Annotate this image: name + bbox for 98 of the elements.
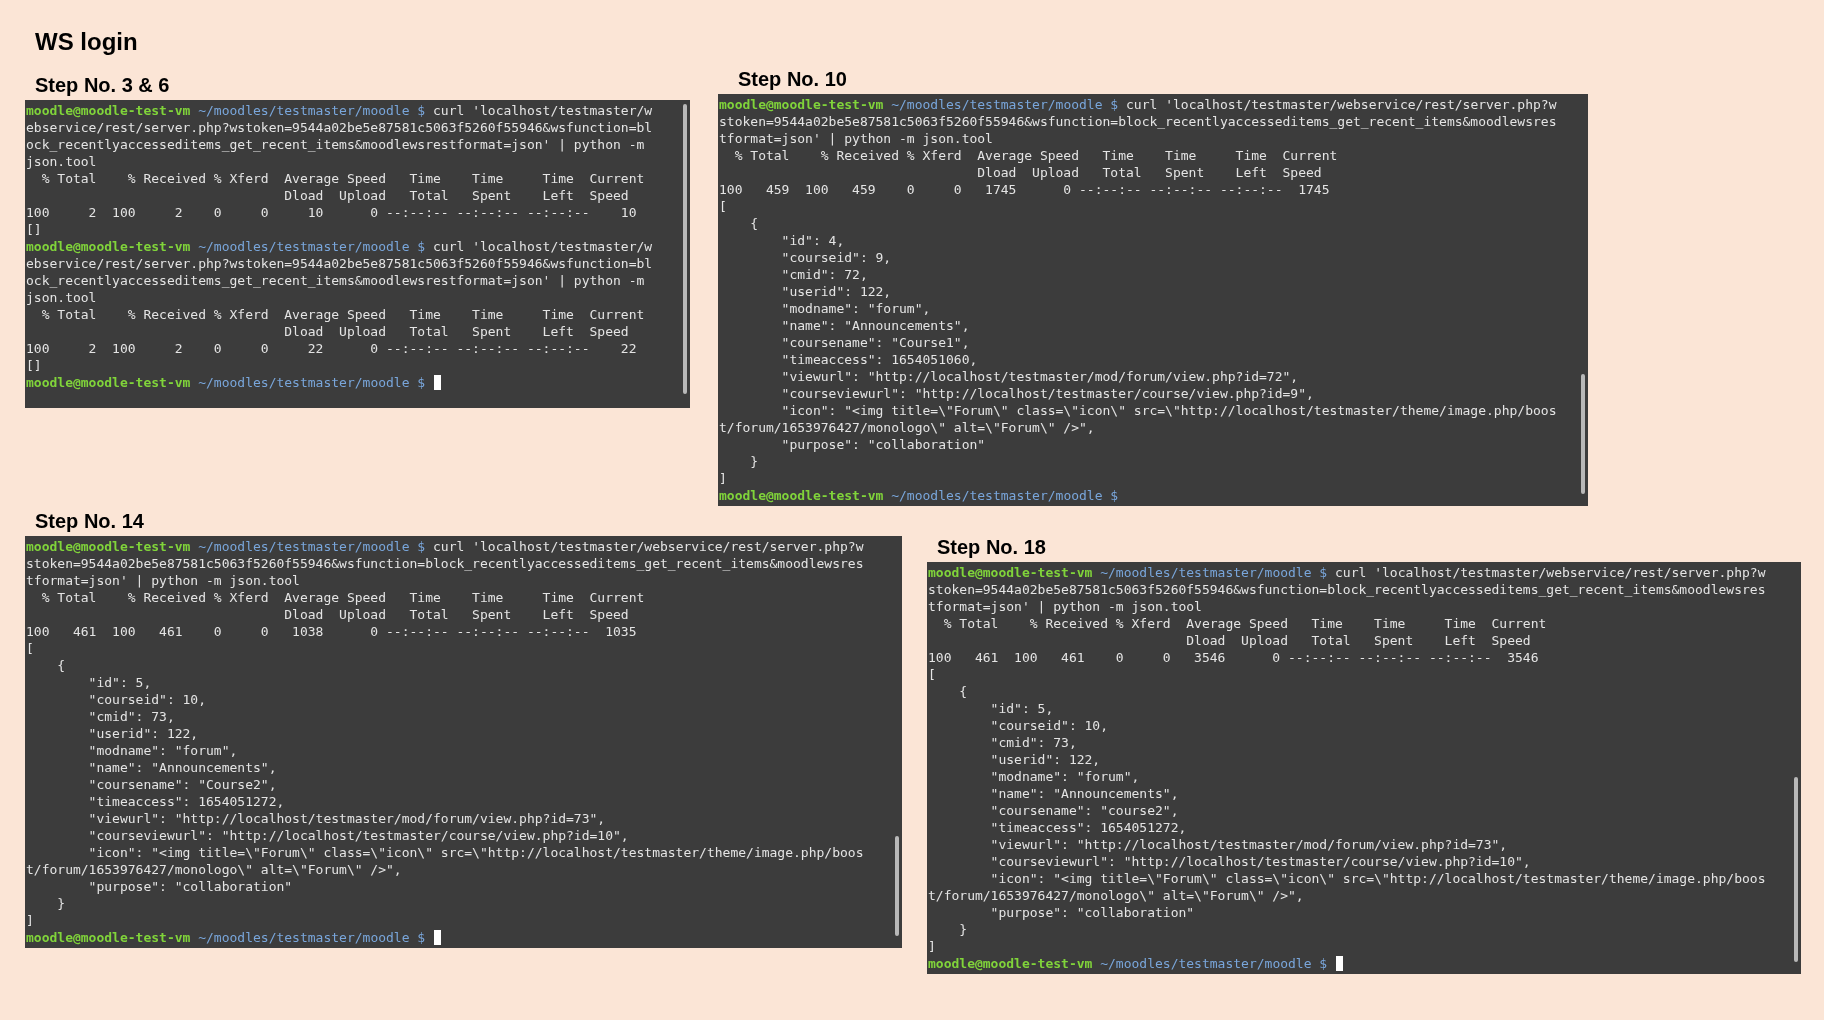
output-line: Dload Upload Total Spent Left Speed [283, 187, 629, 204]
output-line: "name": "Announcements", [989, 785, 1179, 802]
output-line: 100 461 100 461 0 0 1038 0 --:--:-- --:--:-- --:--:-- 1035 [26, 623, 637, 640]
output-line: [ [719, 198, 727, 215]
output-line: stoken=9544a02be5e87581c5063f5260f55946&wsfunction=block_recentlyaccesseditems_get_recent_items&moodlewsres [719, 113, 1557, 130]
output-line: json.tool [26, 289, 97, 306]
output-line: } [749, 453, 759, 470]
output-line: "cmid": 73, [989, 734, 1077, 751]
output-line: json.tool [26, 153, 97, 170]
output-line: { [749, 215, 759, 232]
output-line: Dload Upload Total Spent Left Speed [976, 164, 1322, 181]
scrollbar-thumb[interactable] [895, 836, 899, 936]
output-line: "userid": 122, [989, 751, 1101, 768]
output-line: 100 2 100 2 0 0 22 0 --:--:-- --:--:-- --:--:-- 22 [26, 340, 637, 357]
output-line: "timeaccess": 1654051272, [87, 793, 285, 810]
step-heading: Step No. 10 [737, 67, 847, 92]
output-line: "modname": "forum", [780, 300, 931, 317]
output-line: "cmid": 73, [87, 708, 175, 725]
step-heading: Step No. 18 [936, 535, 1046, 560]
output-line: "timeaccess": 1654051060, [780, 351, 978, 368]
prompt-line: moodle@moodle-test-vm ~/moodles/testmaster/moodle $ curl 'localhost/testmaster/w [26, 102, 653, 119]
output-line: tformat=json' | python -m json.tool [26, 572, 300, 589]
output-line: [] [26, 357, 42, 374]
output-line: { [56, 657, 66, 674]
output-line: "cmid": 72, [780, 266, 868, 283]
output-line: "icon": "<img title=\"Forum\" class=\"icon\" src=\"http://localhost/testmaster/theme/image.php/boos [989, 870, 1766, 887]
output-line: "icon": "<img title=\"Forum\" class=\"icon\" src=\"http://localhost/testmaster/theme/image.php/boos [87, 844, 864, 861]
output-line: ] [719, 470, 727, 487]
output-line: % Total % Received % Xferd Average Speed Time Time Time Current [942, 615, 1547, 632]
scrollbar-thumb[interactable] [1581, 374, 1585, 494]
output-line: "courseviewurl": "http://localhost/testmaster/course/view.php?id=10", [87, 827, 629, 844]
output-line: [] [26, 221, 42, 238]
output-line: ebservice/rest/server.php?wstoken=9544a02be5e87581c5063f5260f55946&wsfunction=bl [26, 255, 653, 272]
prompt-line: moodle@moodle-test-vm ~/moodles/testmaster/moodle $ [26, 929, 426, 946]
output-line: ock_recentlyaccesseditems_get_recent_items&moodlewsrestformat=json' | python -m [26, 272, 645, 289]
output-line: t/forum/1653976427/monologo\" alt=\"Forum\" />", [928, 887, 1304, 904]
output-line: "icon": "<img title=\"Forum\" class=\"icon\" src=\"http://localhost/testmaster/theme/image.php/boos [780, 402, 1557, 419]
output-line: "purpose": "collaboration" [989, 904, 1195, 921]
scrollbar-thumb[interactable] [683, 104, 687, 394]
output-line: "courseid": 9, [780, 249, 892, 266]
output-line: "coursename": "Course1", [780, 334, 970, 351]
output-line: "id": 5, [87, 674, 152, 691]
output-line: t/forum/1653976427/monologo\" alt=\"Forum\" />", [719, 419, 1095, 436]
output-line: "viewurl": "http://localhost/testmaster/mod/forum/view.php?id=73", [87, 810, 606, 827]
page-title: WS login [35, 27, 138, 57]
output-line: } [56, 895, 66, 912]
output-line: "viewurl": "http://localhost/testmaster/mod/forum/view.php?id=72", [780, 368, 1299, 385]
step-heading: Step No. 3 & 6 [34, 73, 170, 98]
output-line: "timeaccess": 1654051272, [989, 819, 1187, 836]
output-line: 100 2 100 2 0 0 10 0 --:--:-- --:--:-- --:--:-- 10 [26, 204, 637, 221]
output-line: ] [928, 938, 936, 955]
output-line: "courseviewurl": "http://localhost/testmaster/course/view.php?id=10", [989, 853, 1531, 870]
output-line: [ [928, 666, 936, 683]
output-line: { [958, 683, 968, 700]
prompt-line: moodle@moodle-test-vm ~/moodles/testmaster/moodle $ curl 'localhost/testmaster/webservice/rest/server.php?w [26, 538, 864, 555]
output-line: "name": "Announcements", [780, 317, 970, 334]
output-line: t/forum/1653976427/monologo\" alt=\"Forum\" />", [26, 861, 402, 878]
output-line: stoken=9544a02be5e87581c5063f5260f55946&wsfunction=block_recentlyaccesseditems_get_recent_items&moodlewsres [928, 581, 1766, 598]
output-line: "id": 4, [780, 232, 845, 249]
output-line: "coursename": "course2", [989, 802, 1179, 819]
output-line: ] [26, 912, 34, 929]
output-line: % Total % Received % Xferd Average Speed Time Time Time Current [40, 170, 645, 187]
prompt-line: moodle@moodle-test-vm ~/moodles/testmaster/moodle $ [719, 487, 1119, 504]
output-line: tformat=json' | python -m json.tool [719, 130, 993, 147]
output-line: ebservice/rest/server.php?wstoken=9544a02be5e87581c5063f5260f55946&wsfunction=bl [26, 119, 653, 136]
output-line: "purpose": "collaboration" [780, 436, 986, 453]
output-line: "courseviewurl": "http://localhost/testmaster/course/view.php?id=9", [780, 385, 1314, 402]
output-line: "purpose": "collaboration" [87, 878, 293, 895]
output-line: "modname": "forum", [989, 768, 1140, 785]
output-line: % Total % Received % Xferd Average Speed Time Time Time Current [40, 306, 645, 323]
output-line: "courseid": 10, [87, 691, 206, 708]
output-line: 100 461 100 461 0 0 3546 0 --:--:-- --:--:-- --:--:-- 3546 [928, 649, 1539, 666]
prompt-line: moodle@moodle-test-vm ~/moodles/testmaster/moodle $ [26, 374, 426, 391]
step-heading: Step No. 14 [34, 509, 144, 534]
output-line: "viewurl": "http://localhost/testmaster/mod/forum/view.php?id=73", [989, 836, 1508, 853]
prompt-line: moodle@moodle-test-vm ~/moodles/testmaster/moodle $ [928, 955, 1328, 972]
prompt-line: moodle@moodle-test-vm ~/moodles/testmaster/moodle $ curl 'localhost/testmaster/w [26, 238, 653, 255]
output-line: ock_recentlyaccesseditems_get_recent_items&moodlewsrestformat=json' | python -m [26, 136, 645, 153]
prompt-line: moodle@moodle-test-vm ~/moodles/testmaster/moodle $ curl 'localhost/testmaster/webservice/rest/server.php?w [719, 96, 1557, 113]
output-line: "modname": "forum", [87, 742, 238, 759]
output-line: tformat=json' | python -m json.tool [928, 598, 1202, 615]
output-line: [ [26, 640, 34, 657]
output-line: stoken=9544a02be5e87581c5063f5260f55946&wsfunction=block_recentlyaccesseditems_get_recent_items&moodlewsres [26, 555, 864, 572]
output-line: Dload Upload Total Spent Left Speed [1185, 632, 1531, 649]
output-line: 100 459 100 459 0 0 1745 0 --:--:-- --:--:-- --:--:-- 1745 [719, 181, 1330, 198]
output-line: % Total % Received % Xferd Average Speed Time Time Time Current [733, 147, 1338, 164]
prompt-line: moodle@moodle-test-vm ~/moodles/testmaster/moodle $ curl 'localhost/testmaster/webservice/rest/server.php?w [928, 564, 1766, 581]
output-line: "coursename": "Course2", [87, 776, 277, 793]
output-line: Dload Upload Total Spent Left Speed [283, 606, 629, 623]
output-line: "userid": 122, [87, 725, 199, 742]
output-line: "userid": 122, [780, 283, 892, 300]
output-line: % Total % Received % Xferd Average Speed Time Time Time Current [40, 589, 645, 606]
output-line: "id": 5, [989, 700, 1054, 717]
output-line: } [958, 921, 968, 938]
output-line: "courseid": 10, [989, 717, 1108, 734]
output-line: Dload Upload Total Spent Left Speed [283, 323, 629, 340]
scrollbar-thumb[interactable] [1794, 777, 1798, 962]
output-line: "name": "Announcements", [87, 759, 277, 776]
